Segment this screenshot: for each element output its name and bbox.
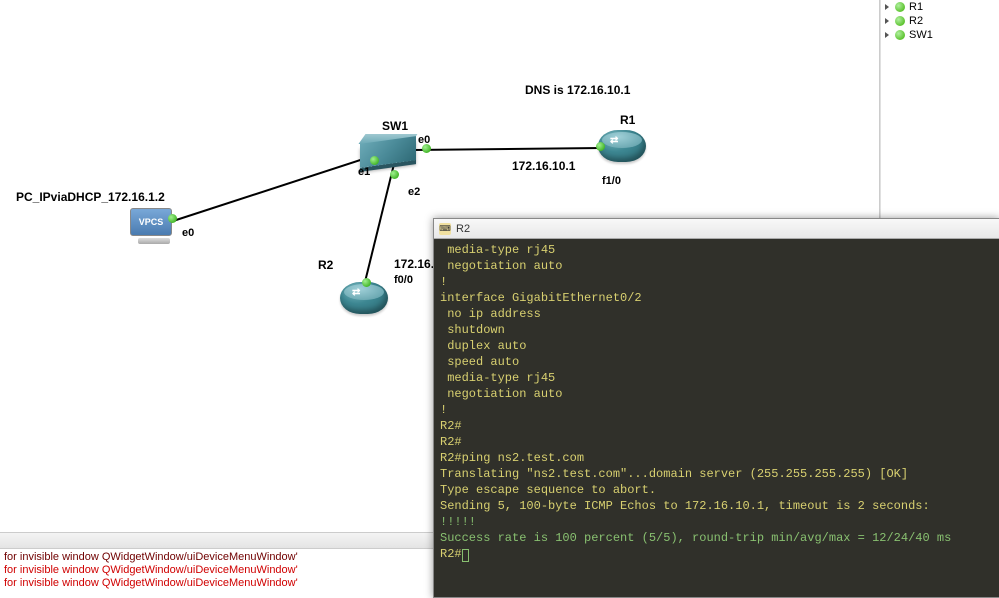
vpcs-badge: VPCS (130, 208, 172, 236)
r2-label: R2 (318, 258, 333, 272)
chevron-right-icon (885, 18, 889, 24)
link-dot (362, 278, 371, 287)
tree-label: R2 (909, 15, 923, 27)
r1-label: R1 (620, 113, 635, 127)
log-line: for invisible window QWidgetWindow/uiDev… (4, 564, 431, 577)
log-line: for invisible window QWidgetWindow/uiDev… (4, 577, 431, 590)
log-panel[interactable]: for invisible window QWidgetWindow/uiDev… (0, 532, 435, 597)
log-header (0, 533, 435, 549)
tree-item-r1[interactable]: R1 (881, 0, 999, 14)
link-dot (168, 214, 177, 223)
port-sw1-e1: e1 (358, 166, 370, 178)
log-line: for invisible window QWidgetWindow/uiDev… (4, 551, 431, 564)
link-dot (596, 142, 605, 151)
port-sw1-e2: e2 (408, 186, 420, 198)
link-dot (390, 170, 399, 179)
tree-label: R1 (909, 1, 923, 13)
terminal-body[interactable]: media-type rj45 negotiation auto!interfa… (434, 239, 999, 597)
port-r2-f00: f0/0 (394, 274, 413, 286)
chevron-right-icon (885, 4, 889, 10)
tree-item-r2[interactable]: R2 (881, 14, 999, 28)
terminal-window[interactable]: ⌨ R2 media-type rj45 negotiation auto!in… (433, 218, 999, 598)
ip-r1: 172.16.10.1 (512, 159, 575, 173)
chevron-right-icon (885, 32, 889, 38)
port-pc-e0: e0 (182, 227, 194, 239)
annotation-dns: DNS is 172.16.10.1 (525, 83, 630, 97)
status-dot-icon (895, 16, 905, 26)
terminal-titlebar[interactable]: ⌨ R2 (434, 219, 999, 239)
port-r1-f10: f1/0 (602, 175, 621, 187)
sw1-label: SW1 (382, 119, 408, 133)
device-r1[interactable]: ⇄ (598, 130, 646, 162)
device-r2[interactable]: ⇄ (340, 282, 388, 314)
status-dot-icon (895, 30, 905, 40)
terminal-title-text: R2 (456, 223, 470, 235)
link-dot (422, 144, 431, 153)
status-dot-icon (895, 2, 905, 12)
pc-label: PC_IPviaDHCP_172.16.1.2 (16, 190, 165, 204)
device-sw1[interactable] (360, 140, 416, 164)
putty-icon: ⌨ (439, 223, 451, 235)
link-dot (370, 156, 379, 165)
tree-label: SW1 (909, 29, 933, 41)
tree-item-sw1[interactable]: SW1 (881, 28, 999, 42)
